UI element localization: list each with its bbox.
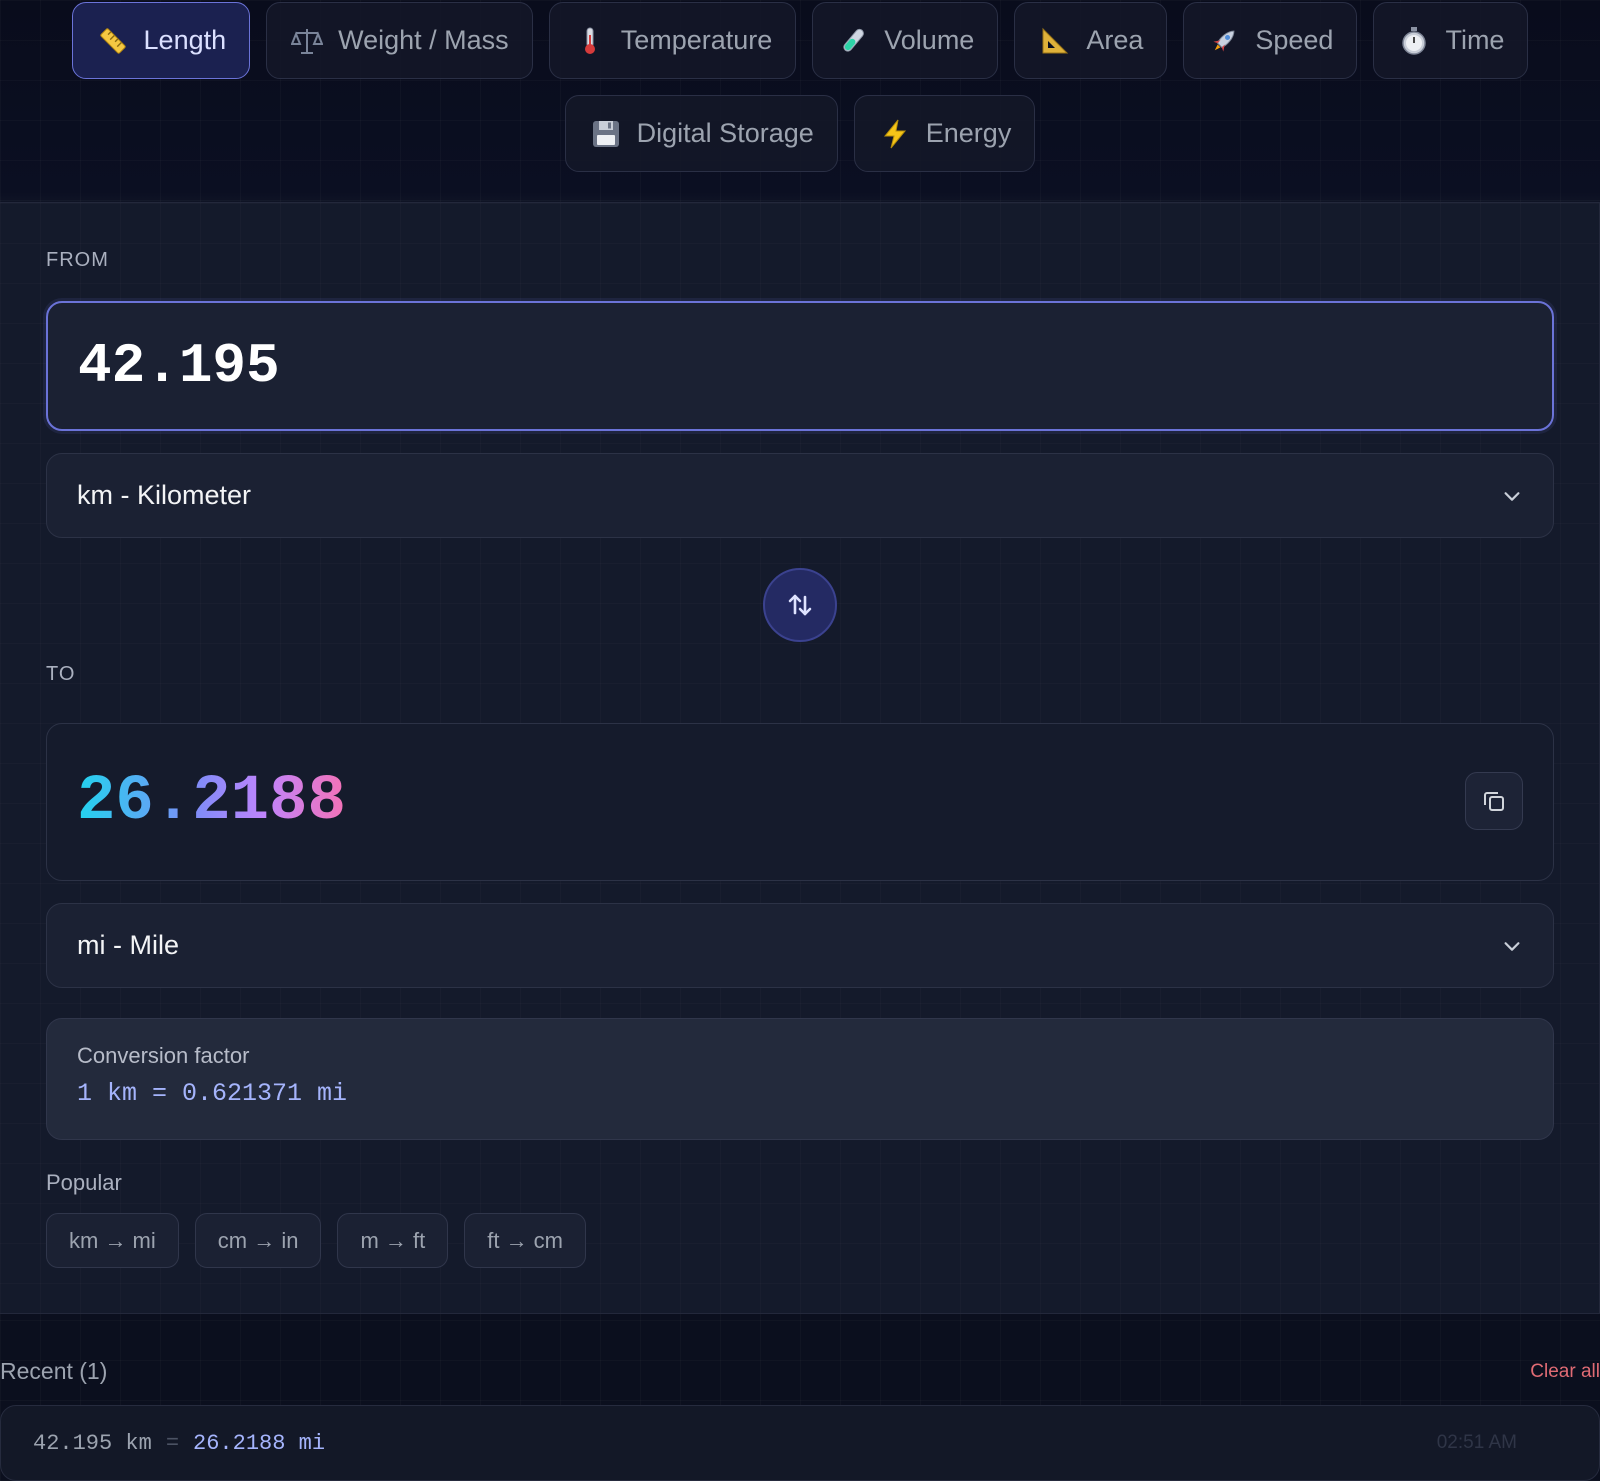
test-tube-icon — [836, 24, 870, 58]
conversion-factor-formula: 1 km = 0.621371 mi — [77, 1079, 348, 1108]
thermometer-icon — [573, 24, 607, 58]
from-unit-selected: km - Kilometer — [77, 480, 252, 510]
tab-energy[interactable]: Energy — [853, 95, 1036, 172]
to-label: TO — [46, 663, 76, 685]
to-unit-select[interactable]: mi - Mile — [46, 903, 1554, 988]
swap-units-button[interactable] — [763, 568, 837, 642]
tab-area[interactable]: Area — [1014, 2, 1168, 79]
triangle-ruler-icon — [1038, 24, 1072, 58]
popular-label: Popular — [46, 1170, 122, 1195]
from-unit-select[interactable]: km - Kilometer — [46, 453, 1554, 538]
tab-energy-label: Energy — [925, 118, 1012, 148]
conversion-factor-panel: Conversion factor 1 km = 0.621371 mi — [46, 1018, 1554, 1140]
converter-card: FROM 42.195 km - Kilometer TO 26.2188 mi… — [0, 202, 1600, 1314]
category-tabs-row-2: Digital Storage Energy — [0, 95, 1600, 172]
popular-chip-km-mi[interactable]: km → mi — [46, 1213, 179, 1268]
tab-volume[interactable]: Volume — [812, 2, 999, 79]
tab-temperature-label: Temperature — [620, 25, 773, 55]
swap-arrows-icon — [788, 594, 812, 616]
tab-time-label: Time — [1445, 25, 1505, 55]
lightning-icon — [878, 117, 912, 151]
tab-weight-mass[interactable]: Weight / Mass — [266, 2, 533, 79]
tab-length-label: Length — [143, 25, 227, 55]
copy-result-button[interactable] — [1465, 772, 1523, 830]
tab-speed-label: Speed — [1255, 25, 1334, 55]
tab-digital-storage-label: Digital Storage — [636, 118, 814, 148]
popular-chip-m-ft[interactable]: m → ft — [337, 1213, 449, 1268]
from-value-input[interactable]: 42.195 — [46, 301, 1554, 431]
tab-digital-storage[interactable]: Digital Storage — [564, 95, 838, 172]
result-value: 26.2188 — [77, 766, 346, 838]
tab-volume-label: Volume — [884, 25, 975, 55]
tab-area-label: Area — [1086, 25, 1144, 55]
tab-time[interactable]: Time — [1373, 2, 1529, 79]
floppy-disk-icon — [589, 117, 623, 151]
recent-item-to: 26.2188 mi — [193, 1430, 326, 1456]
rocket-icon — [1207, 24, 1241, 58]
tab-speed[interactable]: Speed — [1183, 2, 1358, 79]
scales-icon — [290, 24, 324, 58]
recent-title: Recent (1) — [0, 1358, 108, 1384]
recent-header: Recent (1) Clear all — [0, 1358, 1600, 1385]
stopwatch-icon — [1397, 24, 1431, 58]
from-label: FROM — [46, 249, 109, 271]
copy-icon — [1484, 792, 1504, 811]
chevron-down-icon — [1504, 941, 1520, 951]
tab-weight-mass-label: Weight / Mass — [338, 25, 509, 55]
result-display: 26.2188 — [46, 723, 1554, 881]
recent-item-equals: = — [165, 1430, 180, 1456]
category-tabs-row-1: Length Weight / Mass Temperature Volume … — [0, 2, 1600, 79]
tab-length[interactable]: Length — [71, 2, 251, 79]
recent-item-time: 02:51 AM — [1436, 1432, 1517, 1453]
recent-item[interactable]: 42.195 km = 26.2188 mi 02:51 AM — [0, 1405, 1600, 1481]
tab-temperature[interactable]: Temperature — [548, 2, 797, 79]
popular-conversions: km → mi cm → in m → ft ft → cm — [46, 1213, 587, 1268]
recent-item-from: 42.195 km — [33, 1430, 152, 1456]
ruler-icon — [96, 24, 130, 58]
from-value-text: 42.195 — [78, 334, 280, 398]
popular-chip-ft-cm[interactable]: ft → cm — [464, 1213, 587, 1268]
conversion-factor-title: Conversion factor — [77, 1043, 250, 1068]
chevron-down-icon — [1504, 491, 1520, 501]
popular-chip-cm-in[interactable]: cm → in — [194, 1213, 322, 1268]
to-unit-selected: mi - Mile — [77, 930, 179, 960]
clear-all-button[interactable]: Clear all — [1530, 1361, 1600, 1383]
